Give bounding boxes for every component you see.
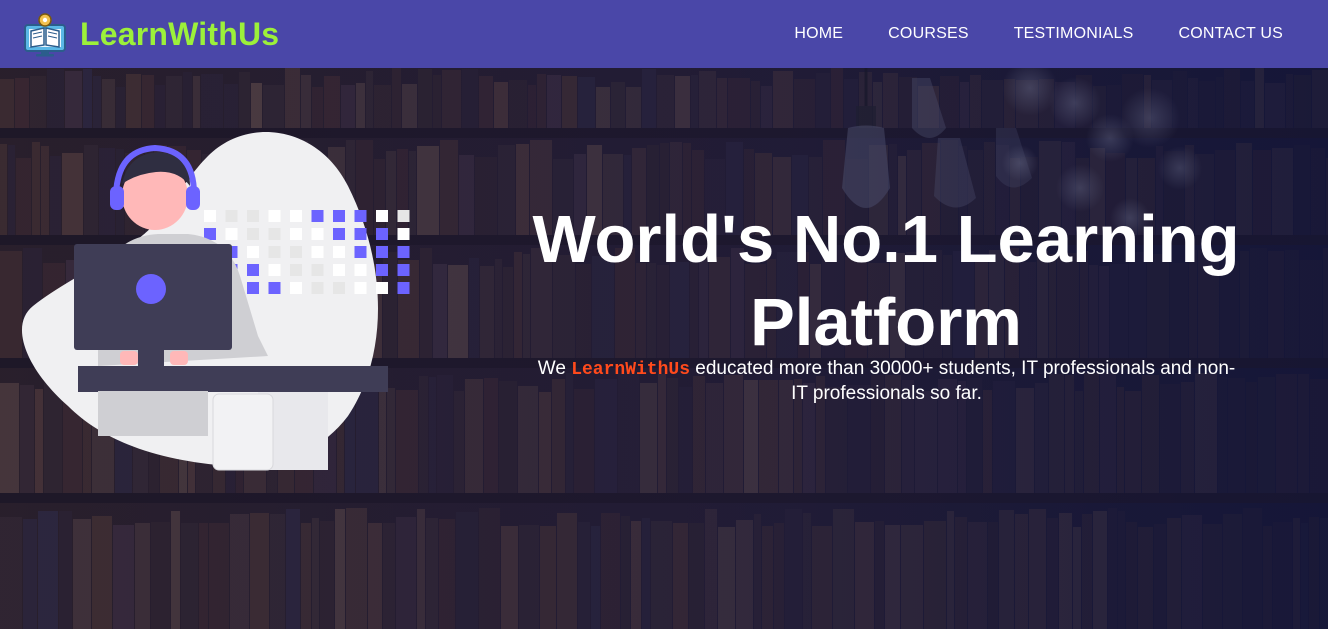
- online-learning-icon: [24, 13, 66, 57]
- hero-title: World's No.1 Learning Platform: [532, 202, 1240, 360]
- subtitle-brand: LearnWithUs: [571, 360, 691, 380]
- subtitle-prefix: We: [537, 358, 572, 379]
- hero-section: World's No.1 Learning Platform We LearnW…: [0, 68, 1328, 629]
- nav-home[interactable]: HOME: [794, 25, 843, 43]
- nav-contact-us[interactable]: CONTACT US: [1178, 25, 1283, 43]
- brand-logo[interactable]: LearnWithUs: [22, 11, 279, 57]
- nav-courses[interactable]: COURSES: [888, 25, 969, 43]
- brand-name: LearnWithUs: [80, 15, 280, 52]
- nav-testimonials[interactable]: TESTIMONIALS: [1014, 25, 1134, 43]
- student-at-laptop-illustration: [21, 132, 410, 471]
- hero-subtitle: We LearnWithUs educated more than 30000+…: [530, 357, 1243, 405]
- subtitle-suffix: educated more than 30000+ students, IT p…: [690, 358, 1236, 404]
- navbar: LearnWithUs HOME COURSES TESTIMONIALS CO…: [0, 0, 1328, 68]
- main-nav: HOME COURSES TESTIMONIALS CONTACT US: [749, 0, 1283, 68]
